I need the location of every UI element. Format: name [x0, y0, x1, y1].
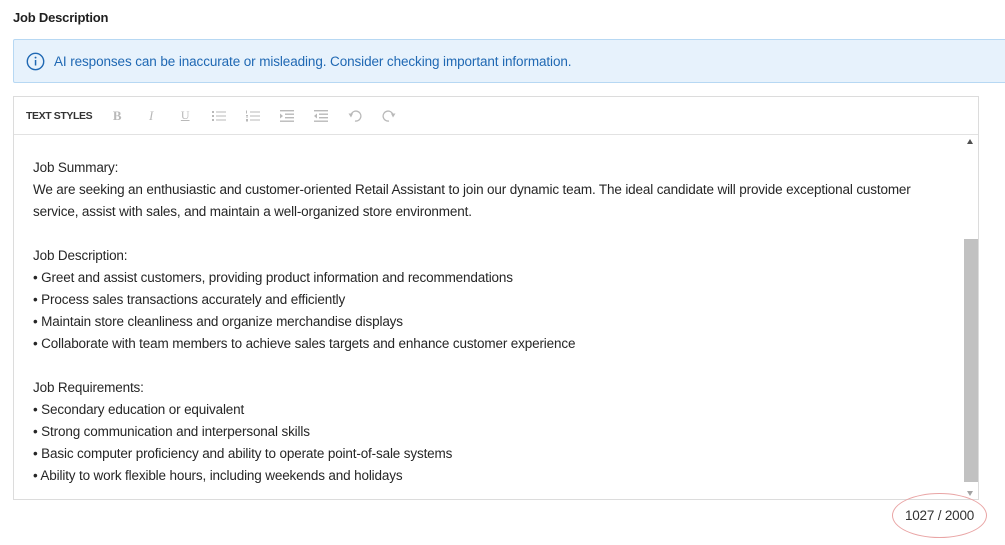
indent-decrease-icon[interactable] [310, 105, 332, 127]
info-icon [26, 52, 45, 71]
bold-icon[interactable]: B [106, 105, 128, 127]
rich-text-editor[interactable]: TEXT STYLES B I U Job Summary: We are se… [13, 96, 979, 500]
editor-scrollbar[interactable] [963, 136, 978, 499]
list-item: • Basic computer proficiency and ability… [33, 446, 453, 461]
editor-content[interactable]: Job Summary: We are seeking an enthusias… [33, 157, 953, 487]
bullet-list-icon[interactable] [208, 105, 230, 127]
text-styles-dropdown[interactable]: TEXT STYLES [26, 110, 93, 122]
list-item: • Collaborate with team members to achie… [33, 336, 576, 351]
list-item: • Strong communication and interpersonal… [33, 424, 310, 439]
list-item: • Greet and assist customers, providing … [33, 270, 513, 285]
summary-text: We are seeking an enthusiastic and custo… [33, 182, 911, 219]
list-item: • Process sales transactions accurately … [33, 292, 346, 307]
italic-icon[interactable]: I [140, 105, 162, 127]
scrollbar-thumb[interactable] [964, 239, 978, 482]
description-heading: Job Description: [33, 248, 128, 263]
undo-icon[interactable] [344, 105, 366, 127]
list-item: • Ability to work flexible hours, includ… [33, 468, 403, 483]
numbered-list-icon[interactable] [242, 105, 264, 127]
underline-icon[interactable]: U [174, 105, 196, 127]
editor-toolbar: TEXT STYLES B I U [14, 97, 978, 135]
redo-icon[interactable] [378, 105, 400, 127]
ai-disclaimer-banner: AI responses can be inaccurate or mislea… [13, 39, 1005, 83]
editor-content-area[interactable]: Job Summary: We are seeking an enthusias… [14, 136, 978, 499]
character-counter: 1027 / 2000 [892, 493, 987, 538]
section-title: Job Description [13, 10, 109, 25]
list-item: • Secondary education or equivalent [33, 402, 245, 417]
indent-increase-icon[interactable] [276, 105, 298, 127]
ai-disclaimer-text: AI responses can be inaccurate or mislea… [54, 53, 572, 69]
scroll-up-arrow-icon[interactable] [967, 139, 973, 144]
list-item: • Maintain store cleanliness and organiz… [33, 314, 403, 329]
requirements-heading: Job Requirements: [33, 380, 144, 395]
summary-heading: Job Summary: [33, 160, 119, 175]
scroll-down-arrow-icon[interactable] [967, 491, 973, 496]
